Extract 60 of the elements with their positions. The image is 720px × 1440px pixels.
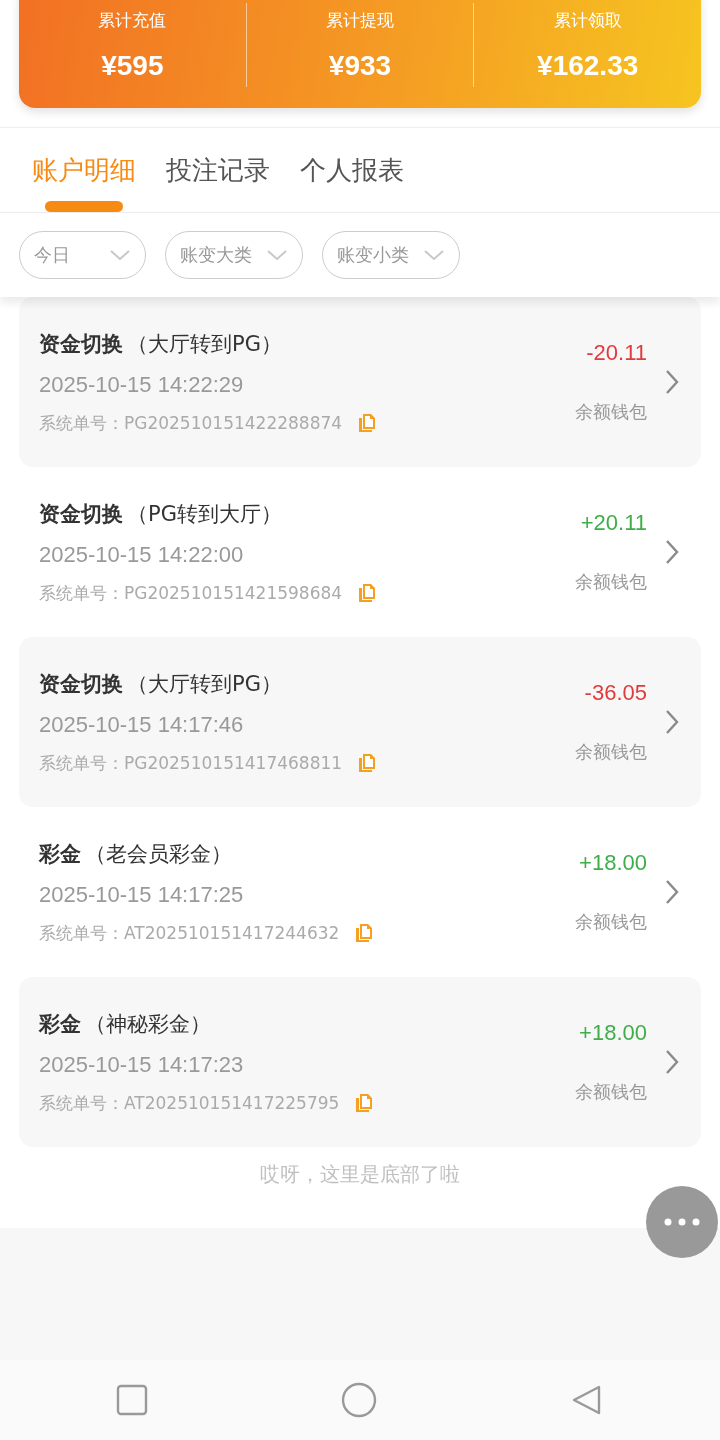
summary-label: 累计提现 [326, 8, 394, 32]
order-number: 系统单号：PG202510151422288874 [39, 411, 343, 435]
record-detail: （老会员彩金） [85, 840, 232, 868]
record-card[interactable]: 资金切换 （大厅转到PG） 2025-10-15 14:22:29 系统单号：PG202510151422288874 -20.11 余额钱包 [19, 297, 701, 467]
tab[interactable]: 投注记录 [166, 128, 270, 212]
record-card[interactable]: 彩金 （老会员彩金） 2025-10-15 14:17:25 系统单号：AT202510151417244632 +18.00 余额钱包 [19, 807, 701, 977]
record-detail: （大厅转到PG） [127, 330, 282, 358]
record-amount: -36.05 [584, 680, 647, 706]
record-time: 2025-10-15 14:22:00 [39, 541, 245, 568]
wallet-label: 余额钱包 [575, 740, 647, 764]
copy-icon[interactable] [355, 923, 374, 943]
copy-icon[interactable] [358, 413, 377, 433]
wallet-label: 余额钱包 [575, 400, 647, 424]
wallet-label: 余额钱包 [575, 1080, 647, 1104]
chevron-down-icon [109, 249, 131, 261]
record-time: 2025-10-15 14:17:46 [39, 711, 245, 738]
chevron-right-icon [665, 1049, 679, 1075]
copy-icon[interactable] [355, 1093, 374, 1113]
home-icon[interactable] [341, 1382, 377, 1418]
record-time: 2025-10-15 14:17:25 [39, 881, 245, 908]
copy-icon[interactable] [358, 583, 377, 603]
record-detail: （PG转到大厅） [127, 500, 282, 528]
record-card[interactable]: 资金切换 （PG转到大厅） 2025-10-15 14:22:00 系统单号：PG202510151421598684 +20.11 余额钱包 [19, 467, 701, 637]
order-number: 系统单号：AT202510151417244632 [39, 921, 340, 945]
summary-label: 累计领取 [553, 8, 622, 32]
copy-icon[interactable] [358, 753, 377, 773]
record-amount: +20.11 [580, 510, 647, 536]
record-card[interactable]: 彩金 （神秘彩金） 2025-10-15 14:17:23 系统单号：AT202510151417225795 +18.00 余额钱包 [19, 977, 701, 1147]
chevron-down-icon [423, 249, 445, 261]
record-amount: +18.00 [579, 850, 647, 876]
record-title: 资金切换 [39, 330, 123, 358]
more-icon [662, 1217, 702, 1227]
wallet-label: 余额钱包 [575, 910, 647, 934]
chevron-right-icon [665, 539, 679, 565]
wallet-label: 余额钱包 [575, 570, 647, 594]
summary-value: ¥162.33 [537, 49, 639, 82]
record-amount: +18.00 [579, 1020, 647, 1046]
summary-value: ¥595 [101, 49, 164, 82]
record-card[interactable]: 资金切换 （大厅转到PG） 2025-10-15 14:17:46 系统单号：PG202510151417468811 -36.05 余额钱包 [19, 637, 701, 807]
record-time: 2025-10-15 14:17:23 [39, 1051, 245, 1078]
chevron-right-icon [665, 879, 679, 905]
summary-label: 累计充值 [98, 8, 167, 32]
chevron-right-icon [665, 369, 679, 395]
record-title: 彩金 [39, 1010, 81, 1038]
end-of-list-text: 哎呀，这里是底部了啦 [260, 1162, 460, 1186]
order-number: 系统单号：PG202510151421598684 [39, 581, 343, 605]
record-title: 彩金 [39, 840, 81, 868]
chevron-down-icon [266, 249, 288, 261]
summary-value: ¥933 [328, 49, 392, 82]
record-title: 资金切换 [39, 670, 123, 698]
recents-icon[interactable] [116, 1384, 149, 1416]
record-title: 资金切换 [39, 500, 123, 528]
record-detail: （神秘彩金） [85, 1010, 211, 1038]
order-number: 系统单号：AT202510151417225795 [39, 1091, 340, 1115]
record-time: 2025-10-15 14:22:29 [39, 371, 245, 398]
record-amount: -20.11 [586, 340, 647, 366]
order-number: 系统单号：PG202510151417468811 [39, 751, 343, 775]
chevron-right-icon [665, 709, 679, 735]
tab[interactable]: 个人报表 [300, 128, 404, 212]
record-detail: （大厅转到PG） [127, 670, 282, 698]
